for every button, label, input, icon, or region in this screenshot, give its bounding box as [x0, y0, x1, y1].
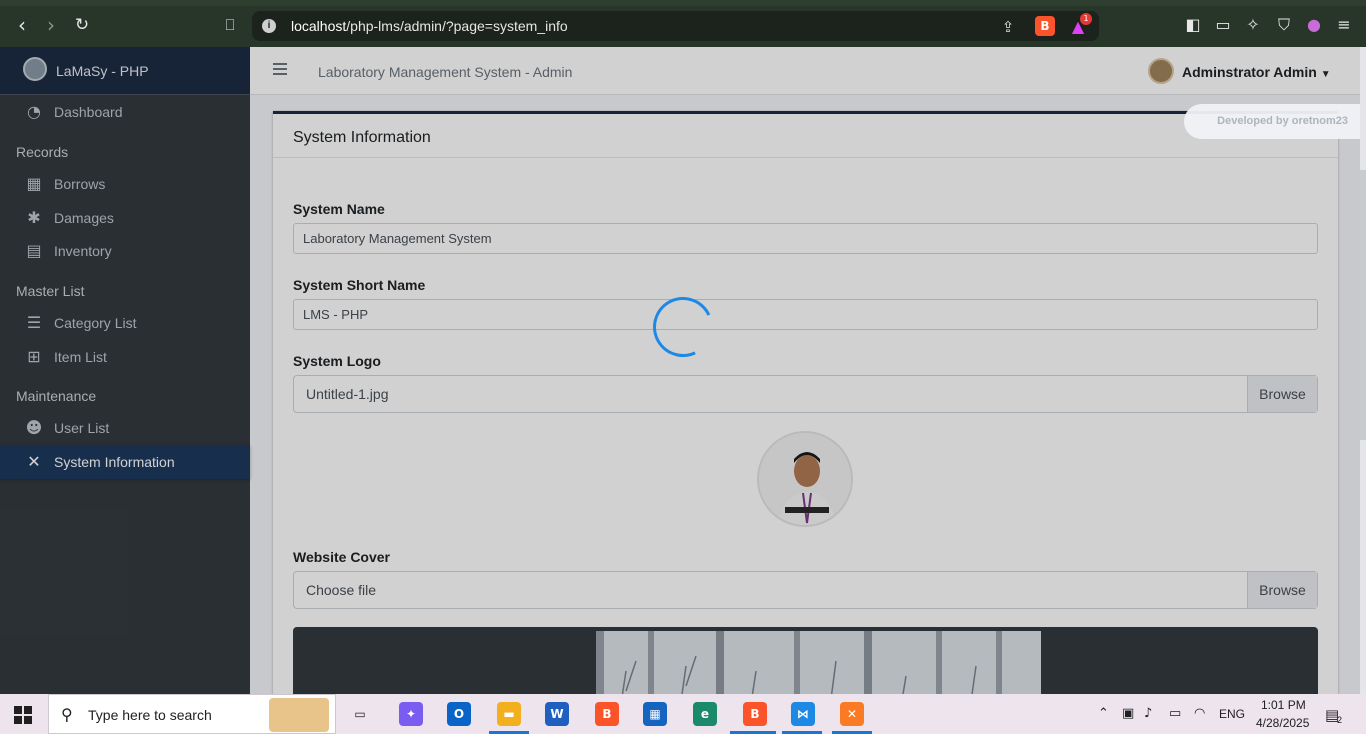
wifi-icon[interactable]: ◠: [1194, 706, 1205, 721]
back-icon[interactable]: ‹: [11, 14, 33, 36]
vscode-icon[interactable]: ⋈: [791, 702, 815, 726]
xampp-icon[interactable]: ✕: [840, 702, 864, 726]
task-view-icon[interactable]: ▭: [348, 702, 372, 726]
reload-icon[interactable]: ↻: [71, 14, 93, 36]
url-host: localhost: [291, 18, 347, 34]
loading-overlay: [0, 47, 1366, 694]
wallet-icon[interactable]: ▭: [1213, 15, 1233, 35]
bookmark-icon[interactable]: ⎕: [219, 14, 241, 36]
taskbar-search[interactable]: ⚲ Type here to search: [48, 694, 336, 734]
url-path: /php-lms/admin/?page=system_info: [346, 18, 568, 34]
address-bar[interactable]: i localhost/php-lms/admin/?page=system_i…: [252, 11, 1099, 41]
brave-icon[interactable]: B: [595, 702, 619, 726]
notification-count: 2: [1337, 715, 1343, 725]
vpn-icon[interactable]: ⛉: [1274, 15, 1294, 35]
site-info-icon[interactable]: i: [262, 19, 276, 33]
windows-start-icon[interactable]: [14, 706, 32, 724]
edge-icon[interactable]: e: [693, 702, 717, 726]
rewards-badge: 1: [1080, 13, 1092, 25]
developer-credit: Developed by oretnom23: [1184, 104, 1360, 139]
outlook-icon[interactable]: O: [447, 702, 471, 726]
browser-toolbar: ‹ › ↻ ⎕ i localhost/php-lms/admin/?page=…: [0, 0, 1366, 47]
search-placeholder: Type here to search: [88, 707, 212, 723]
profile-icon[interactable]: ●: [1304, 15, 1324, 35]
brave-shields-icon[interactable]: B: [1035, 16, 1055, 36]
leo-ai-icon[interactable]: ✧: [1243, 15, 1263, 35]
file-explorer-icon[interactable]: ▬: [497, 702, 521, 726]
clock-date[interactable]: 4/28/2025: [1256, 716, 1309, 730]
search-highlight-image: [269, 698, 329, 732]
clock-time[interactable]: 1:01 PM: [1261, 698, 1306, 712]
brave-active-icon[interactable]: B: [743, 702, 767, 726]
scrollbar-thumb[interactable]: [1360, 170, 1366, 440]
microsoft-store-icon[interactable]: ▦: [643, 702, 667, 726]
menu-icon[interactable]: ≡: [1334, 15, 1354, 35]
web-page: LaMaSy - PHP ◔ Dashboard Records ▦ Borro…: [0, 47, 1366, 694]
search-icon: ⚲: [61, 705, 73, 724]
word-icon[interactable]: W: [545, 702, 569, 726]
url-text[interactable]: localhost/php-lms/admin/?page=system_inf…: [291, 18, 568, 34]
share-icon[interactable]: ⇪: [998, 17, 1018, 37]
tab-strip: [0, 0, 1366, 6]
language-indicator[interactable]: ENG: [1219, 707, 1245, 721]
show-hidden-icons[interactable]: ⌃: [1098, 706, 1109, 721]
volume-icon[interactable]: ♪: [1144, 706, 1152, 721]
copilot-icon[interactable]: ✦: [399, 702, 423, 726]
brave-rewards-icon[interactable]: ▲ 1: [1068, 13, 1092, 37]
forward-icon[interactable]: ›: [40, 14, 62, 36]
windows-taskbar: ⚲ Type here to search ▭ ✦ O ▬ W B ▦ e B …: [0, 694, 1366, 734]
battery-icon[interactable]: ▭: [1169, 706, 1181, 721]
meet-now-icon[interactable]: ▣: [1122, 706, 1134, 721]
sidebar-toggle-icon[interactable]: ◧: [1183, 15, 1203, 35]
